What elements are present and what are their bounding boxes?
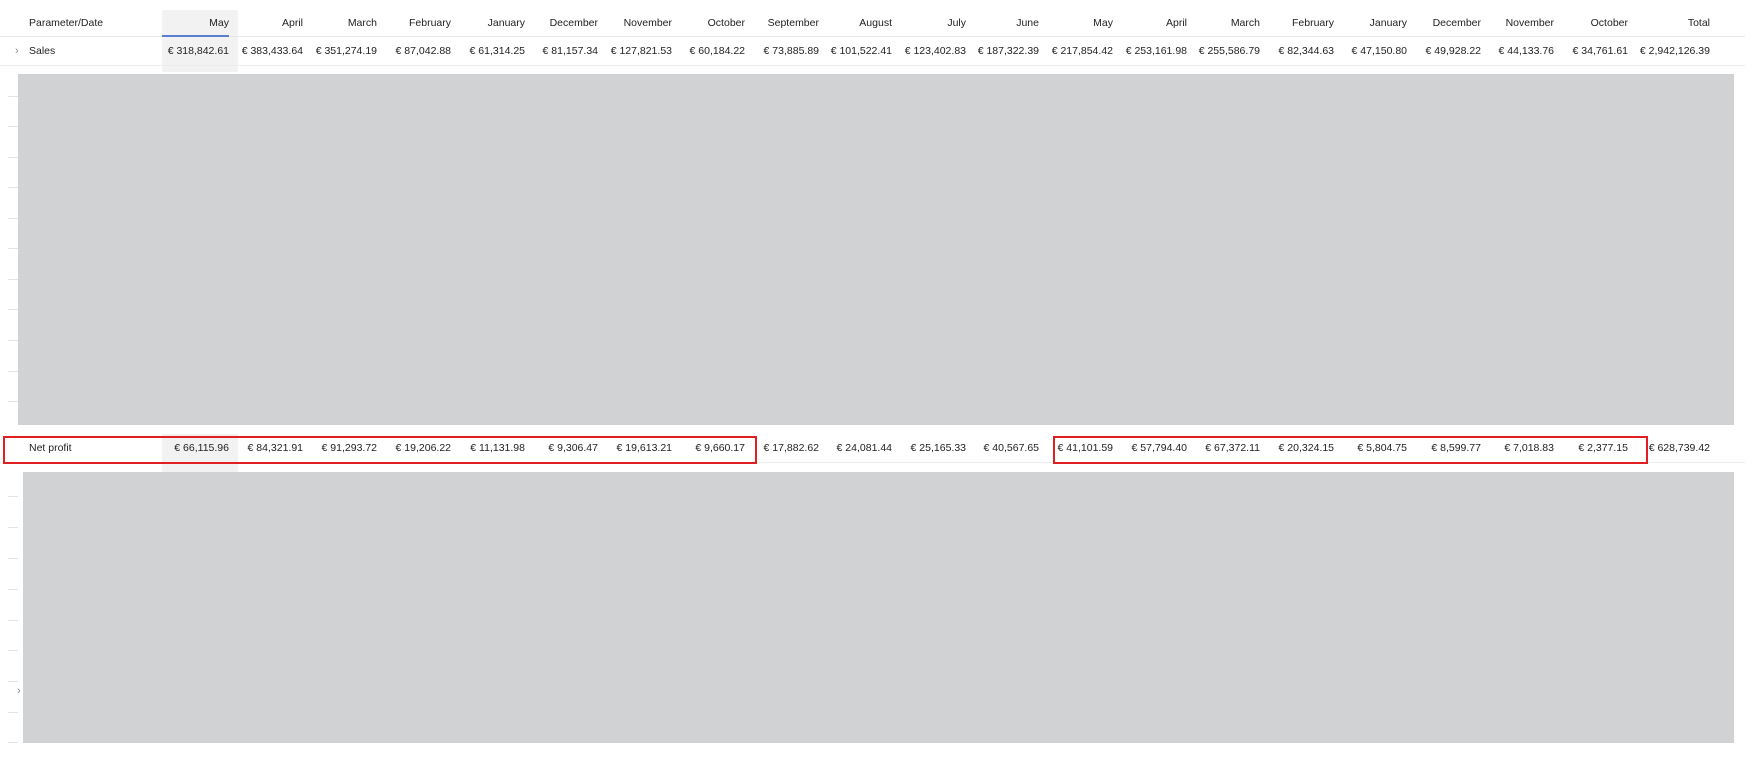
sales-cell-7: € 60,184.22 [689, 45, 745, 57]
table-row-sales: › Sales € 318,842.61 € 383,433.64 € 351,27… [0, 37, 1745, 66]
header-month-20[interactable]: Total [1638, 10, 1710, 36]
sales-cell-8: € 73,885.89 [763, 45, 819, 57]
sales-cell-14: € 255,586.79 [1198, 45, 1260, 57]
gridline [8, 126, 18, 127]
header-month-1[interactable]: April [239, 10, 303, 36]
sales-cell-19: € 34,761.61 [1572, 45, 1628, 57]
sales-cell-2: € 351,274.19 [315, 45, 377, 57]
sales-cell-1: € 383,433.64 [241, 45, 303, 57]
header-parameter-date[interactable]: Parameter/Date [29, 10, 103, 36]
chevron-right-icon[interactable]: › [17, 685, 21, 697]
sales-cell-0: € 318,842.61 [167, 45, 229, 57]
gridline [8, 558, 18, 559]
redacted-area-top [18, 74, 1734, 425]
gridline [8, 157, 18, 158]
sales-cell-15: € 82,344.63 [1278, 45, 1334, 57]
header-month-14[interactable]: March [1197, 10, 1260, 36]
sales-cell-13: € 253,161.98 [1125, 45, 1187, 57]
sales-cell-10: € 123,402.83 [904, 45, 966, 57]
gridline [8, 248, 18, 249]
gridline [8, 496, 18, 497]
header-month-0[interactable]: May [162, 10, 229, 37]
header-month-2[interactable]: March [313, 10, 377, 36]
net-profit-cell-9: € 24,081.44 [836, 442, 892, 454]
sales-cell-4: € 61,314.25 [469, 45, 525, 57]
highlight-box-left [3, 436, 757, 464]
redacted-area-bottom [23, 472, 1734, 743]
header-month-9[interactable]: August [829, 10, 892, 36]
gridline [8, 371, 18, 372]
gridline [8, 187, 18, 188]
header-month-18[interactable]: November [1491, 10, 1554, 36]
header-month-16[interactable]: January [1344, 10, 1407, 36]
header-month-17[interactable]: December [1417, 10, 1481, 36]
sales-cell-3: € 87,042.88 [395, 45, 451, 57]
gridline [8, 527, 18, 528]
header-month-3[interactable]: February [387, 10, 451, 36]
sales-cell-12: € 217,854.42 [1051, 45, 1113, 57]
chevron-right-icon[interactable]: › [15, 37, 19, 65]
net-profit-cell-8: € 17,882.62 [763, 442, 819, 454]
net-profit-cell-11: € 40,567.65 [983, 442, 1039, 454]
net-profit-cell-10: € 25,165.33 [910, 442, 966, 454]
header-month-19[interactable]: October [1564, 10, 1628, 36]
header-month-5[interactable]: December [535, 10, 598, 36]
sales-cell-20: € 2,942,126.39 [1639, 45, 1710, 57]
row-label-sales[interactable]: Sales [29, 37, 55, 65]
gridline [8, 401, 18, 402]
gridline [8, 742, 18, 743]
gridline [8, 589, 18, 590]
net-profit-cell-20: € 628,739.42 [1648, 442, 1710, 454]
gridline [8, 620, 18, 621]
header-month-6[interactable]: November [608, 10, 672, 36]
gridline [8, 681, 18, 682]
gridline [8, 309, 18, 310]
sales-cell-9: € 101,522.41 [830, 45, 892, 57]
highlight-box-right [1053, 436, 1648, 464]
gridline [8, 279, 18, 280]
gridline [8, 340, 18, 341]
sales-cell-5: € 81,157.34 [542, 45, 598, 57]
gridline [8, 712, 18, 713]
header-month-12[interactable]: May [1049, 10, 1113, 36]
header-month-8[interactable]: September [755, 10, 819, 36]
gridline [8, 650, 18, 651]
gridline [8, 96, 18, 97]
header-month-13[interactable]: April [1123, 10, 1187, 36]
header-month-15[interactable]: February [1270, 10, 1334, 36]
table-header: Parameter/Date May April March February Janu… [0, 10, 1745, 37]
sales-cell-6: € 127,821.53 [610, 45, 672, 57]
sales-cell-16: € 47,150.80 [1351, 45, 1407, 57]
header-month-4[interactable]: January [461, 10, 525, 36]
sales-cell-17: € 49,928.22 [1425, 45, 1481, 57]
sales-cell-18: € 44,133.76 [1498, 45, 1554, 57]
header-month-10[interactable]: July [902, 10, 966, 36]
header-month-7[interactable]: October [682, 10, 745, 36]
sales-cell-11: € 187,322.39 [977, 45, 1039, 57]
gridline [8, 218, 18, 219]
header-month-11[interactable]: June [976, 10, 1039, 36]
